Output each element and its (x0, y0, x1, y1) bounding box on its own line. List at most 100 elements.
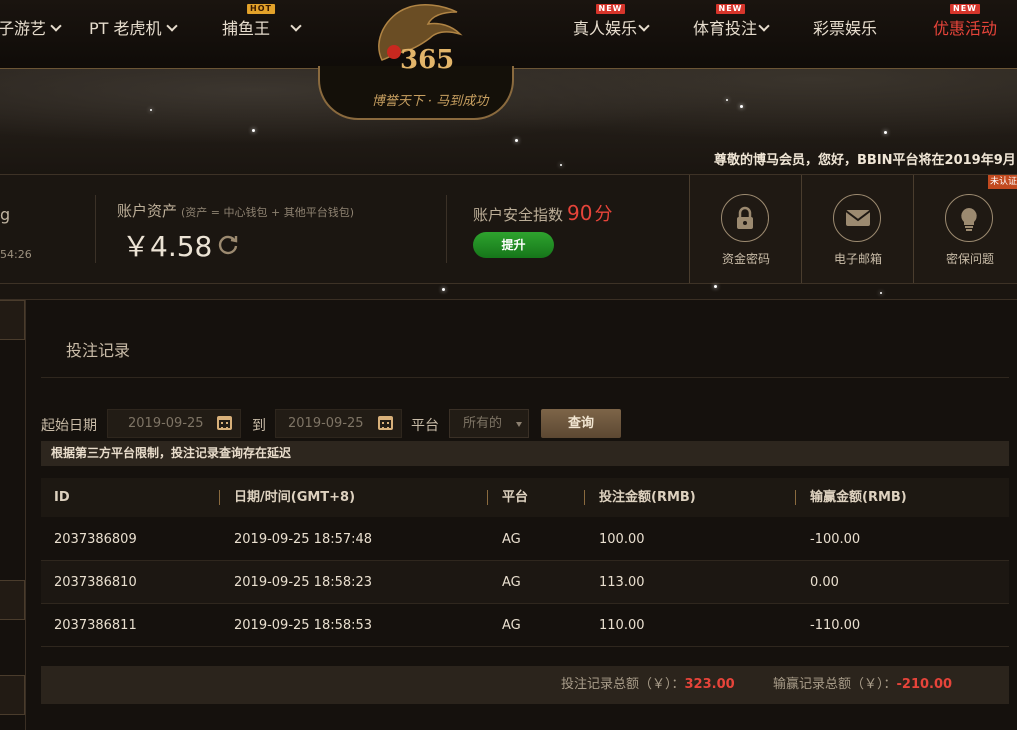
to-label: 到 (252, 418, 266, 434)
column-header-platform: 平台 (502, 490, 529, 505)
sidebar-item[interactable] (0, 580, 25, 620)
cell-id: 2037386809 (54, 532, 137, 547)
nav-item-live-casino[interactable]: NEW 真人娱乐 (573, 4, 650, 40)
query-button[interactable]: 查询 (541, 409, 621, 438)
platform-select-value: 所有的 (463, 416, 503, 431)
star-decoration (515, 139, 518, 142)
mail-icon (845, 210, 871, 226)
column-header-id: ID (54, 490, 70, 505)
assets-amount: ￥4.58 (122, 230, 213, 263)
new-badge: NEW (595, 4, 626, 14)
star-decoration (884, 131, 887, 134)
platform-label: 平台 (411, 418, 439, 434)
site-logo[interactable]: 365 博誉天下 · 马到成功 (300, 0, 530, 120)
star-decoration (880, 292, 882, 294)
security-index: 账户安全指数 90 分 (473, 200, 612, 226)
new-badge: NEW (715, 4, 746, 14)
calendar-icon[interactable] (378, 416, 393, 430)
cell-bet-amount: 100.00 (599, 532, 645, 547)
account-bar: g 54:26 账户资产 (资产 = 中心钱包 + 其他平台钱包) ￥4.58 账… (0, 174, 1017, 284)
nav-item-label: 真人娱乐 (573, 19, 638, 38)
table-row: 2037386811 2019-09-25 18:58:53 AG 110.00… (41, 604, 1009, 647)
unverified-badge: 未认证 (988, 175, 1017, 189)
security-item-fund-password[interactable]: 资金密码 (689, 175, 801, 283)
sidebar (0, 300, 26, 730)
nav-item-lottery[interactable]: 彩票娱乐 (813, 18, 877, 40)
cell-platform: AG (502, 532, 521, 547)
nav-item-fishing[interactable]: HOT 捕鱼王 (222, 4, 302, 40)
security-unit: 分 (594, 204, 613, 225)
cell-platform: AG (502, 575, 521, 590)
star-decoration (726, 99, 728, 101)
start-date-value: 2019-09-25 (128, 416, 204, 431)
security-item-email[interactable]: 电子邮箱 (801, 175, 913, 283)
security-item-icon-circle (945, 194, 993, 242)
assets-note: (资产 = 中心钱包 + 其他平台钱包) (181, 206, 355, 219)
login-time-partial: 54:26 (0, 248, 32, 261)
end-date-value: 2019-09-25 (288, 416, 364, 431)
bulb-icon (961, 208, 977, 231)
cell-datetime: 2019-09-25 18:58:53 (234, 618, 373, 633)
column-separator (219, 490, 220, 505)
end-date-input[interactable]: 2019-09-25 (275, 409, 402, 438)
nav-item-label: 优惠活动 (933, 19, 998, 38)
nav-item-promotions[interactable]: NEW 优惠活动 (933, 4, 998, 40)
chevron-down-icon (758, 20, 770, 32)
star-decoration (150, 109, 152, 111)
chevron-down-icon (165, 20, 178, 32)
column-separator (584, 490, 585, 505)
win-total-label: 输赢记录总额（￥）： (773, 677, 897, 692)
cell-platform: AG (502, 618, 521, 633)
lock-icon (737, 206, 753, 229)
cell-win-amount: -100.00 (810, 532, 861, 547)
logo-slogan: 博誉天下 · 马到成功 (371, 94, 489, 109)
platform-select[interactable]: 所有的 (449, 409, 529, 438)
refresh-icon[interactable] (217, 233, 239, 255)
star-decoration (252, 129, 255, 132)
page-title: 投注记录 (66, 341, 131, 360)
divider (41, 377, 1009, 378)
column-separator (795, 490, 796, 505)
bet-total-label: 投注记录总额（￥）： (561, 677, 685, 692)
assets-title-text: 账户资产 (117, 202, 178, 220)
star-decoration (714, 285, 717, 288)
cell-bet-amount: 110.00 (599, 618, 645, 633)
nav-item-sports[interactable]: NEW 体育投注 (693, 4, 770, 40)
table-header: ID 日期/时间(GMT+8) 平台 投注金额(RMB) 输赢金额(RMB) (41, 478, 1009, 517)
table-row: 2037386809 2019-09-25 18:57:48 AG 100.00… (41, 518, 1009, 561)
horse-logo-icon: 365 (378, 4, 463, 75)
nav-item-label: 捕鱼王 (222, 19, 271, 38)
cell-win-amount: -110.00 (810, 618, 861, 633)
star-decoration (560, 164, 562, 166)
sidebar-item[interactable] (0, 675, 25, 715)
start-date-label: 起始日期 (41, 418, 97, 434)
column-header-datetime: 日期/时间(GMT+8) (234, 490, 356, 505)
nav-item-pt-slots[interactable]: PT 老虎机 (89, 18, 178, 40)
security-item-icon-circle (833, 194, 881, 242)
chevron-down-icon (50, 20, 62, 32)
column-header-win-amount: 输赢金额(RMB) (810, 490, 907, 505)
hot-badge: HOT (247, 4, 275, 14)
security-item-question[interactable]: 密保问题 (913, 175, 1017, 283)
upgrade-button[interactable]: 提升 (473, 232, 554, 258)
cell-id: 2037386810 (54, 575, 137, 590)
nav-item-label: PT 老虎机 (89, 19, 162, 38)
delay-notice: 根据第三方平台限制，投注记录查询存在延迟 (41, 441, 1009, 466)
star-decoration (740, 105, 743, 108)
announcement-ticker[interactable]: 尊敬的博马会员，您好，BBIN平台将在2019年9月 (714, 149, 1016, 168)
cell-bet-amount: 113.00 (599, 575, 645, 590)
bet-total: 投注记录总额（￥）：323.00 (561, 666, 735, 704)
calendar-icon[interactable] (217, 416, 232, 430)
column-separator (487, 490, 488, 505)
cell-datetime: 2019-09-25 18:58:23 (234, 575, 373, 590)
sidebar-item[interactable] (0, 300, 25, 340)
security-score: 90 (567, 201, 593, 225)
start-date-input[interactable]: 2019-09-25 (107, 409, 241, 438)
bet-total-value: 323.00 (684, 677, 735, 692)
summary-bar: 投注记录总额（￥）：323.00 输赢记录总额（￥）：-210.00 (41, 666, 1009, 704)
win-total: 输赢记录总额（￥）：-210.00 (773, 666, 952, 704)
nav-item-games[interactable]: 子游艺 (0, 18, 62, 40)
divider (446, 195, 447, 263)
win-total-value: -210.00 (896, 677, 953, 692)
security-title: 账户安全指数 (473, 206, 564, 224)
